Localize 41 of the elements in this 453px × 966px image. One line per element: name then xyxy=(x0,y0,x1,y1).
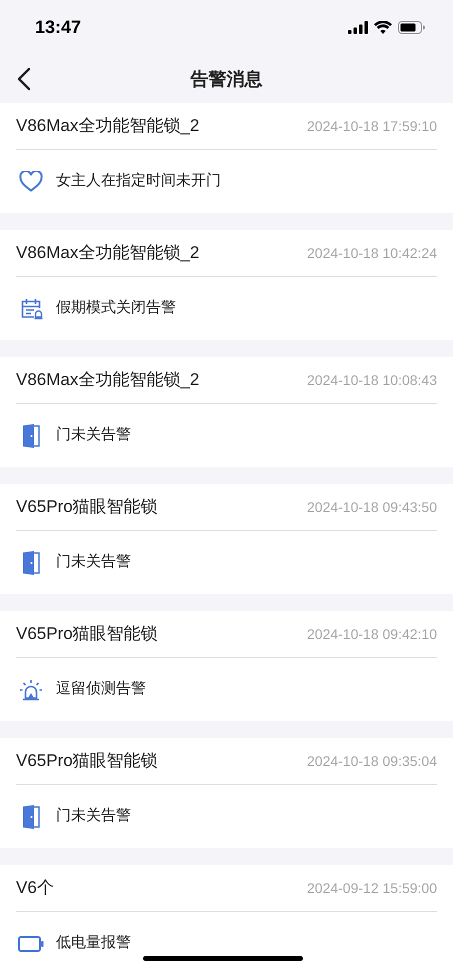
device-name: V86Max全功能智能锁_2 xyxy=(16,115,200,138)
device-name: V65Pro猫眼智能锁 xyxy=(16,496,158,518)
page-title: 告警消息 xyxy=(190,68,262,90)
alert-time: 2024-10-18 09:42:10 xyxy=(307,624,437,644)
alert-message: 低电量报警 xyxy=(56,933,131,954)
alert-message: 逗留侦测告警 xyxy=(56,679,146,700)
wifi-icon xyxy=(374,21,392,34)
signal-icon xyxy=(348,21,368,34)
door-icon xyxy=(22,424,40,448)
device-name: V65Pro猫眼智能锁 xyxy=(16,750,158,772)
calendar-icon xyxy=(20,298,42,320)
status-time: 13:47 xyxy=(35,16,82,39)
back-icon xyxy=(17,67,31,91)
alert-message: 女主人在指定时间未开门 xyxy=(56,171,221,192)
alert-card[interactable]: V86Max全功能智能锁_2 2024-10-18 10:42:24 假期模式关闭告警 xyxy=(0,230,453,340)
device-name: V86Max全功能智能锁_2 xyxy=(16,369,200,392)
device-name: V6个 xyxy=(16,877,54,900)
device-name: V65Pro猫眼智能锁 xyxy=(16,623,158,646)
alert-message: 门未关告警 xyxy=(56,425,131,446)
heart-icon xyxy=(19,171,43,192)
door-icon xyxy=(22,550,40,574)
door-icon xyxy=(22,804,40,828)
alert-card[interactable]: V65Pro猫眼智能锁 2024-10-18 09:35:04 门未关告警 xyxy=(0,738,453,848)
battery-status-icon xyxy=(398,21,425,34)
device-name: V86Max全功能智能锁_2 xyxy=(16,242,200,264)
alert-card[interactable]: V6个 2024-09-12 15:59:00 低电量报警 xyxy=(0,865,453,966)
alert-time: 2024-10-18 10:08:43 xyxy=(307,370,437,390)
alarm-icon xyxy=(19,678,43,700)
alert-time: 2024-10-18 10:42:24 xyxy=(307,244,437,262)
alert-card[interactable]: V86Max全功能智能锁_2 2024-10-18 17:59:10 女主人在指定时间未开门 xyxy=(0,103,453,213)
alert-card[interactable]: V65Pro猫眼智能锁 2024-10-18 09:43:50 门未关告警 xyxy=(0,484,453,594)
alert-card[interactable]: V86Max全功能智能锁_2 2024-10-18 10:08:43 门未关告警 xyxy=(0,357,453,467)
alert-message: 门未关告警 xyxy=(56,806,131,826)
battery-icon xyxy=(18,936,44,952)
alert-card[interactable]: V65Pro猫眼智能锁 2024-10-18 09:42:10 逗留侦测告警 xyxy=(0,611,453,721)
alert-time: 2024-10-18 09:35:04 xyxy=(307,752,437,770)
alert-time: 2024-09-12 15:59:00 xyxy=(307,878,437,898)
alert-time: 2024-10-18 09:43:50 xyxy=(307,498,437,516)
alert-message: 门未关告警 xyxy=(56,552,131,572)
alert-message: 假期模式关闭告警 xyxy=(56,298,176,318)
alert-time: 2024-10-18 17:59:10 xyxy=(307,116,437,136)
